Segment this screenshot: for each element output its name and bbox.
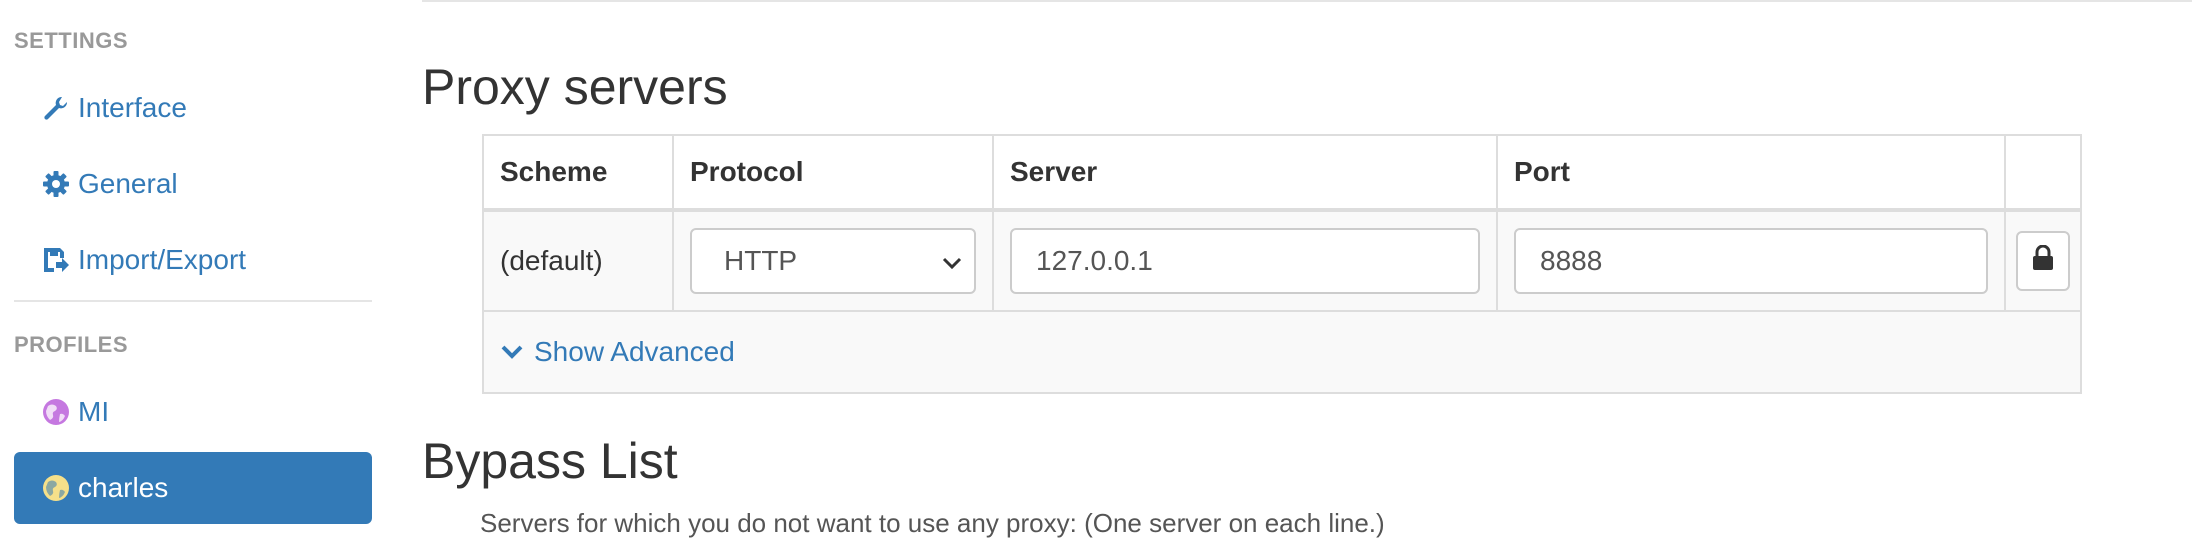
protocol-cell: HTTP [674,212,994,310]
column-header-actions [2006,136,2082,208]
port-input[interactable]: 8888 [1514,228,1988,294]
actions-cell [2006,212,2082,310]
protocol-select[interactable]: HTTP [690,228,976,294]
column-header-scheme: Scheme [484,136,674,208]
chevron-down-icon [942,245,962,277]
settings-header: SETTINGS [14,28,129,53]
wrench-icon [42,94,70,122]
show-advanced-label: Show Advanced [534,336,735,367]
server-input[interactable]: 127.0.0.1 [1010,228,1480,294]
table-header: Scheme Protocol Server Port [484,136,2080,212]
column-header-protocol: Protocol [674,136,994,208]
sidebar-item-import-export[interactable]: Import/Export [14,224,372,296]
lock-button[interactable] [2016,231,2070,291]
sidebar-item-general[interactable]: General [14,148,372,220]
port-cell: 8888 [1498,212,2006,310]
sidebar-divider [14,300,372,302]
column-header-server: Server [994,136,1498,208]
sidebar-item-label: charles [78,472,169,503]
sidebar-item-label: Interface [78,92,187,123]
globe-icon [42,474,70,502]
proxy-servers-title: Proxy servers [422,59,728,115]
proxy-table: Scheme Protocol Server Port (default) HT… [482,134,2082,394]
lock-icon [2032,244,2054,278]
sidebar-item-label: General [78,168,178,199]
globe-icon [42,398,70,426]
server-cell: 127.0.0.1 [994,212,1498,310]
bypass-list-title: Bypass List [422,433,678,489]
sidebar-item-label: MI [78,396,110,427]
column-header-port: Port [1498,136,2006,208]
sidebar-item-charles[interactable]: charles [14,452,372,524]
show-advanced-link[interactable]: Show Advanced [484,312,2080,392]
profiles-header: PROFILES [14,332,129,357]
sidebar-item-interface[interactable]: Interface [14,72,372,144]
sidebar-item-mi[interactable]: MI [14,376,372,448]
bypass-help-text: Servers for which you do not want to use… [480,508,1385,538]
sidebar: SETTINGS Interface General Import/Export… [0,0,390,540]
scheme-cell: (default) [484,212,674,310]
sidebar-item-label: Import/Export [78,244,247,275]
table-row: (default) HTTP 127.0.0.1 8888 [484,212,2080,312]
gear-icon [42,170,70,198]
chevron-down-icon [500,343,524,361]
floppy-disk-icon [42,246,70,274]
top-divider [422,0,2192,2]
protocol-select-value: HTTP [724,245,798,276]
